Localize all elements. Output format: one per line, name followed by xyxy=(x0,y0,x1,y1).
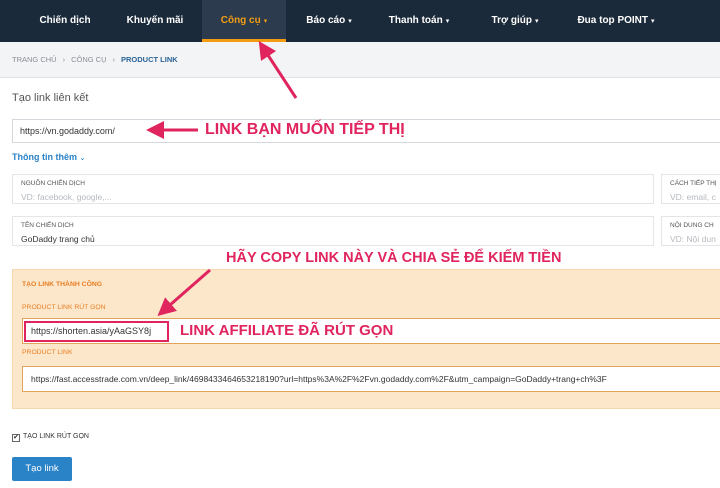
marketing-method-field[interactable]: CÁCH TIẾP THỊ VD: email, c xyxy=(661,174,720,204)
caret-down-icon: ▾ xyxy=(348,18,352,25)
caret-down-icon: ▾ xyxy=(263,18,268,25)
campaign-source-placeholder: VD: facebook, google,... xyxy=(21,192,112,202)
breadcrumb-separator-icon: › xyxy=(112,55,116,64)
top-navigation: Chiến dịch Khuyến mãi Công cụ ▾ Báo cáo ▾ … xyxy=(0,0,720,42)
breadcrumb: TRANG CHỦ › CÔNG CỤ › PRODUCT LINK xyxy=(0,42,720,78)
nav-item-tools[interactable]: Công cụ ▾ xyxy=(202,0,286,42)
caret-down-icon: ▾ xyxy=(534,18,539,25)
nav-item-reports[interactable]: Báo cáo ▾ xyxy=(290,0,368,42)
section-title: Tạo link liên kết xyxy=(12,92,89,104)
nav-item-payments[interactable]: Thanh toán ▾ xyxy=(372,0,466,42)
campaign-name-value: GoDaddy trang chủ xyxy=(21,234,95,244)
campaign-content-placeholder: VD: Nội dun xyxy=(670,234,716,244)
shorten-link-checkbox-label: TẠO LINK RÚT GỌN xyxy=(23,433,89,440)
chevron-down-icon: ⌄ xyxy=(79,155,86,162)
breadcrumb-separator-icon: › xyxy=(62,55,66,64)
nav-item-help[interactable]: Trợ giúp ▾ xyxy=(470,0,560,42)
annotation-short-affiliate: LINK AFFILIATE ĐÃ RÚT GỌN xyxy=(180,322,394,339)
campaign-source-label: NGUỒN CHIẾN DỊCH xyxy=(21,180,85,187)
annotation-copy-share: HÃY COPY LINK NÀY VÀ CHIA SẺ ĐỂ KIẾM TIỀ… xyxy=(226,250,562,266)
marketing-method-label: CÁCH TIẾP THỊ xyxy=(670,180,717,187)
nav-item-point-race[interactable]: Đua top POINT ▾ xyxy=(564,0,668,42)
caret-down-icon: ▾ xyxy=(445,18,450,25)
annotation-link-to-market: LINK BẠN MUỐN TIẾP THỊ xyxy=(205,121,405,138)
breadcrumb-home[interactable]: TRANG CHỦ xyxy=(12,55,57,64)
campaign-name-label: TÊN CHIẾN DỊCH xyxy=(21,222,74,229)
more-info-toggle[interactable]: Thông tin thêm ⌄ xyxy=(12,152,85,162)
create-link-button[interactable]: Tạo link xyxy=(12,457,72,481)
caret-down-icon: ▾ xyxy=(651,18,655,25)
breadcrumb-current: PRODUCT LINK xyxy=(121,55,178,64)
nav-item-promotions[interactable]: Khuyến mãi xyxy=(112,0,198,42)
campaign-name-field[interactable]: TÊN CHIẾN DỊCH GoDaddy trang chủ xyxy=(12,216,654,246)
nav-item-campaigns[interactable]: Chiến dịch xyxy=(22,0,108,42)
short-link-value[interactable]: https://shorten.asia/yAaGSY8j xyxy=(24,321,169,342)
campaign-content-label: NỘI DUNG CH xyxy=(670,222,714,229)
success-title: TẠO LINK THÀNH CÔNG xyxy=(22,281,103,288)
breadcrumb-tools[interactable]: CÔNG CỤ xyxy=(71,55,106,64)
marketing-method-placeholder: VD: email, c xyxy=(670,192,716,202)
product-link-input[interactable]: https://fast.accesstrade.com.vn/deep_lin… xyxy=(22,366,720,392)
campaign-content-field[interactable]: NỘI DUNG CH VD: Nội dun xyxy=(661,216,720,246)
shorten-link-checkbox[interactable]: ✔ xyxy=(12,434,20,442)
campaign-source-field[interactable]: NGUỒN CHIẾN DỊCH VD: facebook, google,..… xyxy=(12,174,654,204)
product-link-label: PRODUCT LINK xyxy=(22,349,73,356)
more-info-label: Thông tin thêm xyxy=(12,152,77,162)
shorten-link-option[interactable]: ✔ TẠO LINK RÚT GỌN xyxy=(12,433,89,442)
short-link-label: PRODUCT LINK RÚT GỌN xyxy=(22,304,106,311)
